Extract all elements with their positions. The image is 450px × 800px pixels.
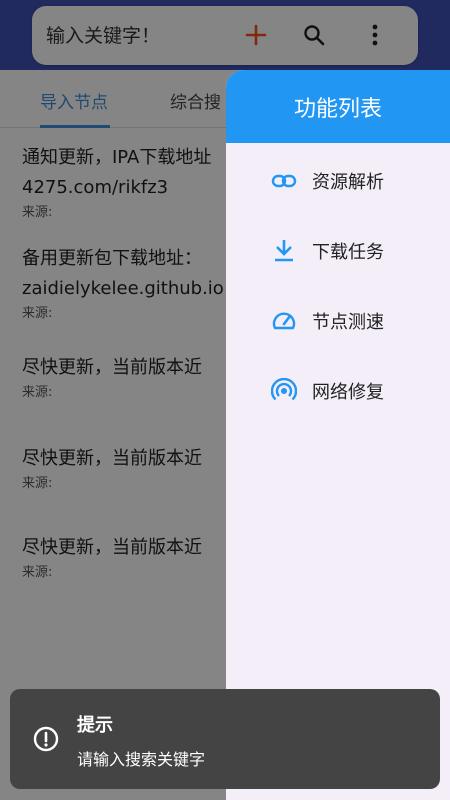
toast-title: 提示 <box>77 715 113 736</box>
drawer-item-node-speedtest[interactable]: 节点测速 <box>226 296 450 346</box>
drawer-item-download-tasks[interactable]: 下载任务 <box>226 226 450 276</box>
drawer-item-label: 下载任务 <box>312 242 384 263</box>
link-icon <box>270 167 298 195</box>
toast-notification: 提示 请输入搜索关键字 <box>10 689 440 789</box>
drawer-item-network-repair[interactable]: 网络修复 <box>226 366 450 416</box>
speedometer-icon <box>270 307 298 335</box>
download-icon <box>270 237 298 265</box>
drawer-header: 功能列表 <box>226 70 450 143</box>
drawer-item-label: 网络修复 <box>312 382 384 403</box>
wifi-signal-icon <box>270 377 298 405</box>
drawer-item-label: 节点测速 <box>312 312 384 333</box>
toast-message: 请输入搜索关键字 <box>77 750 206 769</box>
drawer-title: 功能列表 <box>293 96 382 122</box>
drawer-item-resource-parse[interactable]: 资源解析 <box>226 156 450 206</box>
info-icon <box>32 725 60 753</box>
drawer-item-label: 资源解析 <box>312 172 384 193</box>
